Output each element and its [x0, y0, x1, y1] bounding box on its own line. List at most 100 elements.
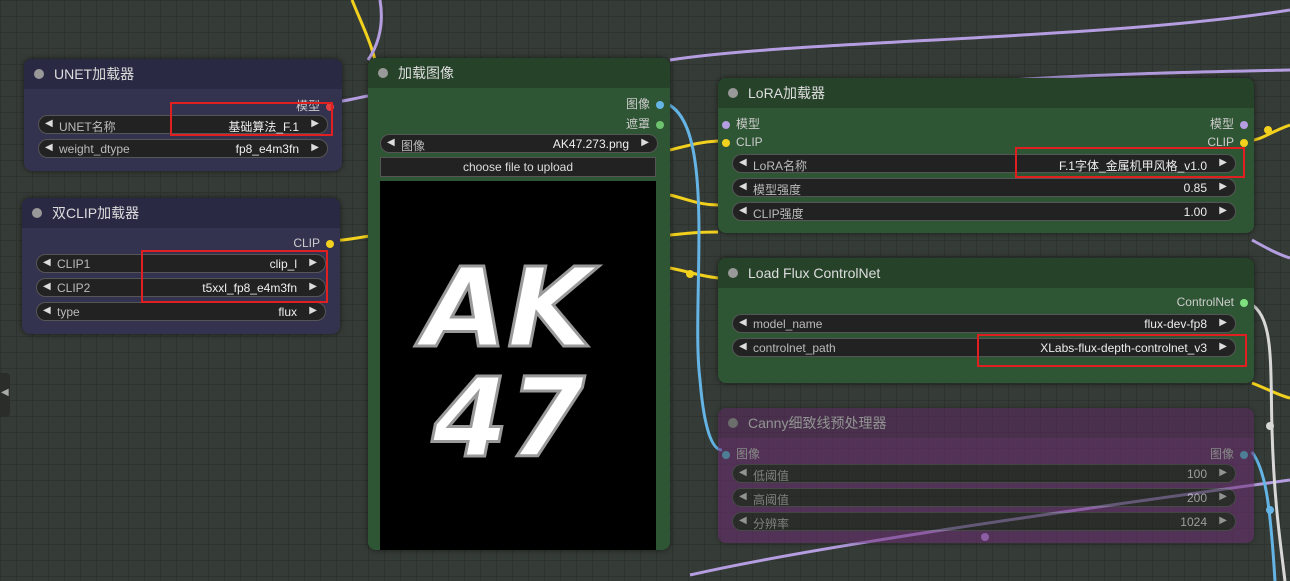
widget-value: 1.00 [1183, 205, 1207, 219]
arrow-right-icon[interactable]: ▶ [1219, 181, 1227, 192]
socket-icon[interactable] [722, 138, 730, 147]
widget-value: 100 [1186, 467, 1207, 481]
socket-icon[interactable] [656, 120, 664, 129]
socket-icon[interactable] [722, 450, 730, 459]
preview-text-ak: AK [414, 244, 600, 372]
arrow-right-icon[interactable]: ▶ [1219, 515, 1227, 526]
widget-value: AK47.273.png [552, 137, 629, 151]
collapse-dot-icon[interactable] [32, 208, 42, 218]
image-preview: AK 47 [380, 181, 656, 550]
arrow-left-icon[interactable]: ◀ [43, 281, 51, 292]
collapse-dot-icon[interactable] [728, 88, 738, 98]
widget-label: CLIP强度 [753, 207, 804, 221]
resolution-number[interactable]: ◀ 分辨率 1024 ▶ [732, 512, 1236, 531]
widget-label: 低阈值 [753, 469, 790, 483]
widget-value: 0.85 [1183, 181, 1207, 195]
arrow-right-icon[interactable]: ▶ [1219, 205, 1227, 216]
socket-icon[interactable] [1240, 138, 1248, 147]
arrow-right-icon[interactable]: ▶ [311, 142, 319, 153]
collapse-dot-icon[interactable] [728, 268, 738, 278]
arrow-left-icon[interactable]: ◀ [739, 205, 747, 216]
collapse-dot-icon[interactable] [378, 68, 388, 78]
output-label: CLIP [293, 236, 320, 250]
type-combo[interactable]: ◀ type flux ▶ [36, 302, 326, 321]
node-title: 加载图像 [398, 65, 454, 81]
widget-label: LoRA名称 [753, 159, 808, 173]
arrow-left-icon[interactable]: ◀ [739, 491, 747, 502]
socket-icon[interactable] [722, 120, 730, 129]
side-panel-toggle[interactable]: ◀ [0, 373, 10, 417]
arrow-left-icon[interactable]: ◀ [739, 341, 747, 352]
widget-label: 图像 [401, 139, 426, 153]
node-title: LoRA加载器 [748, 85, 826, 101]
output-label: ControlNet [1176, 295, 1234, 309]
clip-strength-number[interactable]: ◀ CLIP强度 1.00 ▶ [732, 202, 1236, 221]
highlight-clip-models [141, 250, 328, 303]
arrow-right-icon[interactable]: ▶ [1219, 491, 1227, 502]
node-title: Load Flux ControlNet [748, 265, 881, 281]
widget-label: UNET名称 [59, 120, 116, 134]
collapse-dot-icon[interactable] [34, 69, 44, 79]
load-image-node[interactable]: 加载图像 图像 遮罩 ◀ 图像 AK47.273.png ▶ choose file … [368, 58, 670, 550]
arrow-left-icon[interactable]: ◀ [387, 137, 395, 148]
input-model[interactable]: 模型 [722, 115, 760, 132]
arrow-left-icon[interactable]: ◀ [739, 515, 747, 526]
output-model[interactable]: 模型 [1210, 115, 1248, 132]
input-image[interactable]: 图像 [722, 445, 760, 462]
node-title: UNET加载器 [54, 66, 135, 82]
high-threshold-number[interactable]: ◀ 高阈值 200 ▶ [732, 488, 1236, 507]
output-controlnet[interactable]: ControlNet [1177, 295, 1248, 309]
widget-label: controlnet_path [753, 341, 836, 355]
socket-icon[interactable] [1240, 120, 1248, 129]
node-title-bar[interactable]: UNET加载器 [24, 59, 342, 89]
node-title-bar[interactable]: 双CLIP加载器 [22, 198, 340, 228]
ak47-logo: AK 47 [413, 243, 602, 484]
node-title-bar[interactable]: 加载图像 [368, 58, 670, 88]
socket-icon[interactable] [656, 100, 664, 109]
arrow-left-icon[interactable]: ◀ [739, 157, 747, 168]
widget-label: 模型强度 [753, 183, 802, 197]
node-title-bar[interactable]: Load Flux ControlNet [718, 258, 1254, 288]
widget-value: 200 [1186, 491, 1207, 505]
collapse-dot-icon[interactable] [728, 418, 738, 428]
output-image[interactable]: 图像 [1210, 445, 1248, 462]
output-label: 图像 [1209, 447, 1234, 461]
output-image[interactable]: 图像 [626, 95, 664, 112]
model-strength-number[interactable]: ◀ 模型强度 0.85 ▶ [732, 178, 1236, 197]
arrow-left-icon[interactable]: ◀ [739, 181, 747, 192]
upload-button[interactable]: choose file to upload [380, 157, 656, 177]
widget-value: flux-dev-fp8 [1144, 317, 1207, 331]
arrow-left-icon[interactable]: ◀ [43, 257, 51, 268]
image-combo[interactable]: ◀ 图像 AK47.273.png ▶ [380, 134, 658, 153]
arrow-right-icon[interactable]: ▶ [641, 137, 649, 148]
output-label: 遮罩 [625, 117, 650, 131]
socket-icon[interactable] [1240, 450, 1248, 459]
arrow-left-icon[interactable]: ◀ [43, 305, 51, 316]
arrow-left-icon[interactable]: ◀ [739, 467, 747, 478]
widget-value: 1024 [1180, 515, 1207, 529]
model-name-combo[interactable]: ◀ model_name flux-dev-fp8 ▶ [732, 314, 1236, 333]
output-label: 模型 [1209, 117, 1234, 131]
node-title-bar[interactable]: Canny细致线预处理器 [718, 408, 1254, 438]
widget-label: type [57, 305, 80, 319]
output-clip[interactable]: CLIP [293, 236, 334, 250]
socket-icon[interactable] [1240, 298, 1248, 307]
output-mask[interactable]: 遮罩 [626, 115, 664, 132]
chevron-left-icon: ◀ [1, 387, 9, 398]
low-threshold-number[interactable]: ◀ 低阈值 100 ▶ [732, 464, 1236, 483]
arrow-left-icon[interactable]: ◀ [45, 118, 53, 129]
highlight-unet-name [170, 102, 333, 136]
node-title-bar[interactable]: LoRA加载器 [718, 78, 1254, 108]
arrow-right-icon[interactable]: ▶ [1219, 467, 1227, 478]
arrow-right-icon[interactable]: ▶ [1219, 317, 1227, 328]
output-label: 图像 [625, 97, 650, 111]
arrow-left-icon[interactable]: ◀ [45, 142, 53, 153]
weight-dtype-combo[interactable]: ◀ weight_dtype fp8_e4m3fn ▶ [38, 139, 328, 158]
canny-preprocessor-node[interactable]: Canny细致线预处理器 图像 图像 ◀ 低阈值 100 ▶ ◀ 高阈值 200 ▶ ◀ 分辨… [718, 408, 1254, 543]
socket-icon[interactable] [326, 239, 334, 248]
input-clip[interactable]: CLIP [722, 135, 763, 149]
widget-value: fp8_e4m3fn [235, 142, 299, 156]
preview-text-47: 47 [431, 354, 586, 482]
arrow-right-icon[interactable]: ▶ [309, 305, 317, 316]
arrow-left-icon[interactable]: ◀ [739, 317, 747, 328]
